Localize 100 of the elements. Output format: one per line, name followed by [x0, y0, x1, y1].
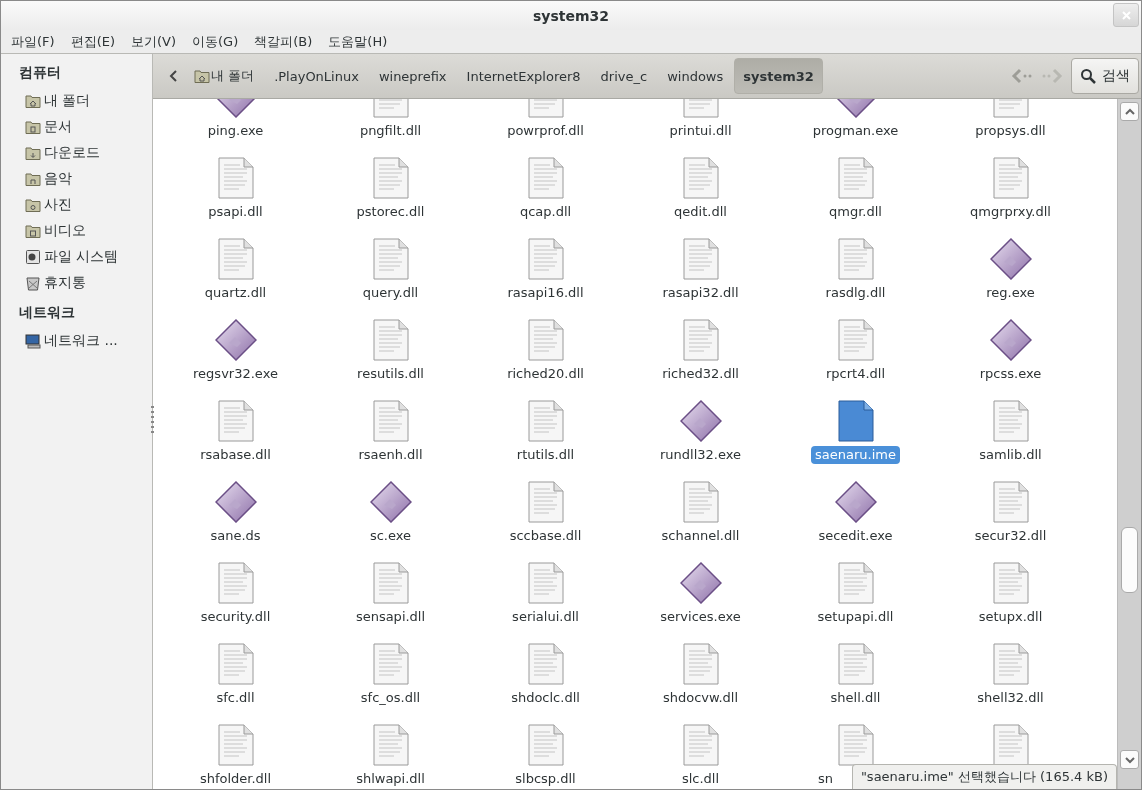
- sidebar-item[interactable]: 음악: [1, 166, 152, 192]
- file-name[interactable]: samlib.dll: [975, 446, 1046, 464]
- sidebar-item[interactable]: 휴지통: [1, 270, 152, 296]
- chevron-icon: [169, 70, 179, 82]
- sidebar-item[interactable]: 네트워크 ...: [1, 328, 152, 354]
- scroll-thumb[interactable]: [1121, 527, 1138, 593]
- file-name[interactable]: sfc.dll: [212, 689, 259, 707]
- sidebar-heading: 네트워크: [18, 303, 76, 322]
- file-name[interactable]: serialui.dll: [508, 608, 583, 626]
- file-name[interactable]: sensapi.dll: [351, 608, 430, 626]
- folder-icon: [25, 197, 41, 213]
- close-button[interactable]: [1113, 3, 1139, 27]
- menu-item[interactable]: 편집(E): [62, 32, 123, 51]
- file-name[interactable]: shell.dll: [826, 689, 885, 707]
- file-name[interactable]: shdoclc.dll: [507, 689, 584, 707]
- path-button[interactable]: windows: [658, 58, 733, 94]
- file-name[interactable]: rpcss.exe: [975, 365, 1046, 383]
- path-button[interactable]: wineprefix: [369, 58, 456, 94]
- file-name[interactable]: sc.exe: [365, 527, 416, 545]
- file-name[interactable]: qmgrprxy.dll: [966, 203, 1055, 221]
- sidebar-item[interactable]: 다운로드: [1, 140, 152, 166]
- file-name[interactable]: secur32.dll: [970, 527, 1051, 545]
- path-button[interactable]: drive_c: [591, 58, 657, 94]
- file-name[interactable]: sfc_os.dll: [356, 689, 425, 707]
- file-name[interactable]: ping.exe: [203, 122, 268, 140]
- computer-icon: [25, 333, 41, 349]
- file-name[interactable]: sn: [814, 770, 837, 788]
- path-button[interactable]: .PlayOnLinux: [265, 58, 368, 94]
- file-name[interactable]: schannel.dll: [657, 527, 744, 545]
- folder-icon: [194, 68, 210, 84]
- file-name[interactable]: printui.dll: [665, 122, 736, 140]
- file-name[interactable]: shdocvw.dll: [658, 689, 743, 707]
- menu-item[interactable]: 보기(V): [123, 32, 185, 51]
- window-title: system32: [532, 7, 610, 24]
- file-name[interactable]: rundll32.exe: [655, 446, 745, 464]
- file-name[interactable]: rsaenh.dll: [354, 446, 427, 464]
- file-name[interactable]: rtutils.dll: [512, 446, 579, 464]
- forward-arrow-icon: [1041, 68, 1063, 84]
- file-name[interactable]: riched32.dll: [658, 365, 743, 383]
- drive-icon: [25, 249, 41, 265]
- folder-icon: [25, 119, 41, 135]
- status-tooltip: "saenaru.ime" 선택했습니다 (165.4 kB): [851, 764, 1117, 789]
- file-name[interactable]: shfolder.dll: [195, 770, 276, 788]
- file-name[interactable]: rasdlg.dll: [821, 284, 890, 302]
- file-name[interactable]: powrprof.dll: [503, 122, 588, 140]
- back-arrow-icon: [1011, 68, 1033, 84]
- file-name[interactable]: sane.ds: [206, 527, 265, 545]
- file-name[interactable]: shlwapi.dll: [352, 770, 429, 788]
- sidebar-heading: 컴퓨터: [18, 63, 62, 82]
- folder-icon: [25, 93, 41, 109]
- file-name[interactable]: slc.dll: [677, 770, 724, 788]
- sidebar-item[interactable]: 비디오: [1, 218, 152, 244]
- file-name[interactable]: setupx.dll: [974, 608, 1047, 626]
- file-name[interactable]: quartz.dll: [200, 284, 271, 302]
- file-name[interactable]: rasapi32.dll: [658, 284, 743, 302]
- file-name[interactable]: qedit.dll: [670, 203, 731, 221]
- scrollbar[interactable]: [1117, 99, 1141, 789]
- pane-splitter[interactable]: [151, 406, 154, 436]
- sidebar-item[interactable]: 문서: [1, 114, 152, 140]
- file-name[interactable]: pstorec.dll: [352, 203, 429, 221]
- file-name[interactable]: security.dll: [196, 608, 275, 626]
- file-name[interactable]: qmgr.dll: [825, 203, 886, 221]
- file-name[interactable]: secedit.exe: [814, 527, 897, 545]
- file-name[interactable]: setupapi.dll: [813, 608, 898, 626]
- search-button[interactable]: 검색: [1071, 58, 1139, 94]
- file-name[interactable]: rasapi16.dll: [503, 284, 588, 302]
- menu-item[interactable]: 도움말(H): [320, 32, 396, 51]
- file-name[interactable]: sccbase.dll: [505, 527, 586, 545]
- path-button[interactable]: InternetExplorer8: [457, 58, 590, 94]
- sidebar-item[interactable]: 내 폴더: [1, 88, 152, 114]
- file-name[interactable]: shell32.dll: [973, 689, 1048, 707]
- file-name[interactable]: rsabase.dll: [196, 446, 275, 464]
- file-name[interactable]: pngfilt.dll: [355, 122, 426, 140]
- file-name[interactable]: progman.exe: [808, 122, 903, 140]
- folder-icon: [25, 145, 41, 161]
- file-name[interactable]: riched20.dll: [503, 365, 588, 383]
- sidebar-item[interactable]: 사진: [1, 192, 152, 218]
- file-name[interactable]: qcap.dll: [515, 203, 576, 221]
- menu-item[interactable]: 이동(G): [184, 32, 247, 51]
- search-icon: [1080, 68, 1096, 84]
- path-button[interactable]: system32: [734, 58, 823, 94]
- folder-icon: [25, 171, 41, 187]
- file-name[interactable]: query.dll: [358, 284, 423, 302]
- close-icon: [1121, 10, 1131, 20]
- file-name[interactable]: rpcrt4.dll: [821, 365, 890, 383]
- folder-icon: [25, 223, 41, 239]
- file-name[interactable]: propsys.dll: [971, 122, 1050, 140]
- file-name[interactable]: psapi.dll: [204, 203, 267, 221]
- scroll-down-button[interactable]: [1120, 750, 1139, 769]
- file-name[interactable]: reg.exe: [982, 284, 1039, 302]
- file-name[interactable]: resutils.dll: [353, 365, 428, 383]
- menu-item[interactable]: 책갈피(B): [246, 32, 321, 51]
- file-name[interactable]: slbcsp.dll: [511, 770, 580, 788]
- file-name[interactable]: regsvr32.exe: [189, 365, 282, 383]
- file-name[interactable]: services.exe: [656, 608, 745, 626]
- menu-item[interactable]: 파일(F): [3, 32, 63, 51]
- path-button[interactable]: 내 폴더: [185, 58, 264, 94]
- trash-icon: [25, 275, 41, 291]
- sidebar-item[interactable]: 파일 시스템: [1, 244, 152, 270]
- scroll-up-button[interactable]: [1120, 102, 1139, 121]
